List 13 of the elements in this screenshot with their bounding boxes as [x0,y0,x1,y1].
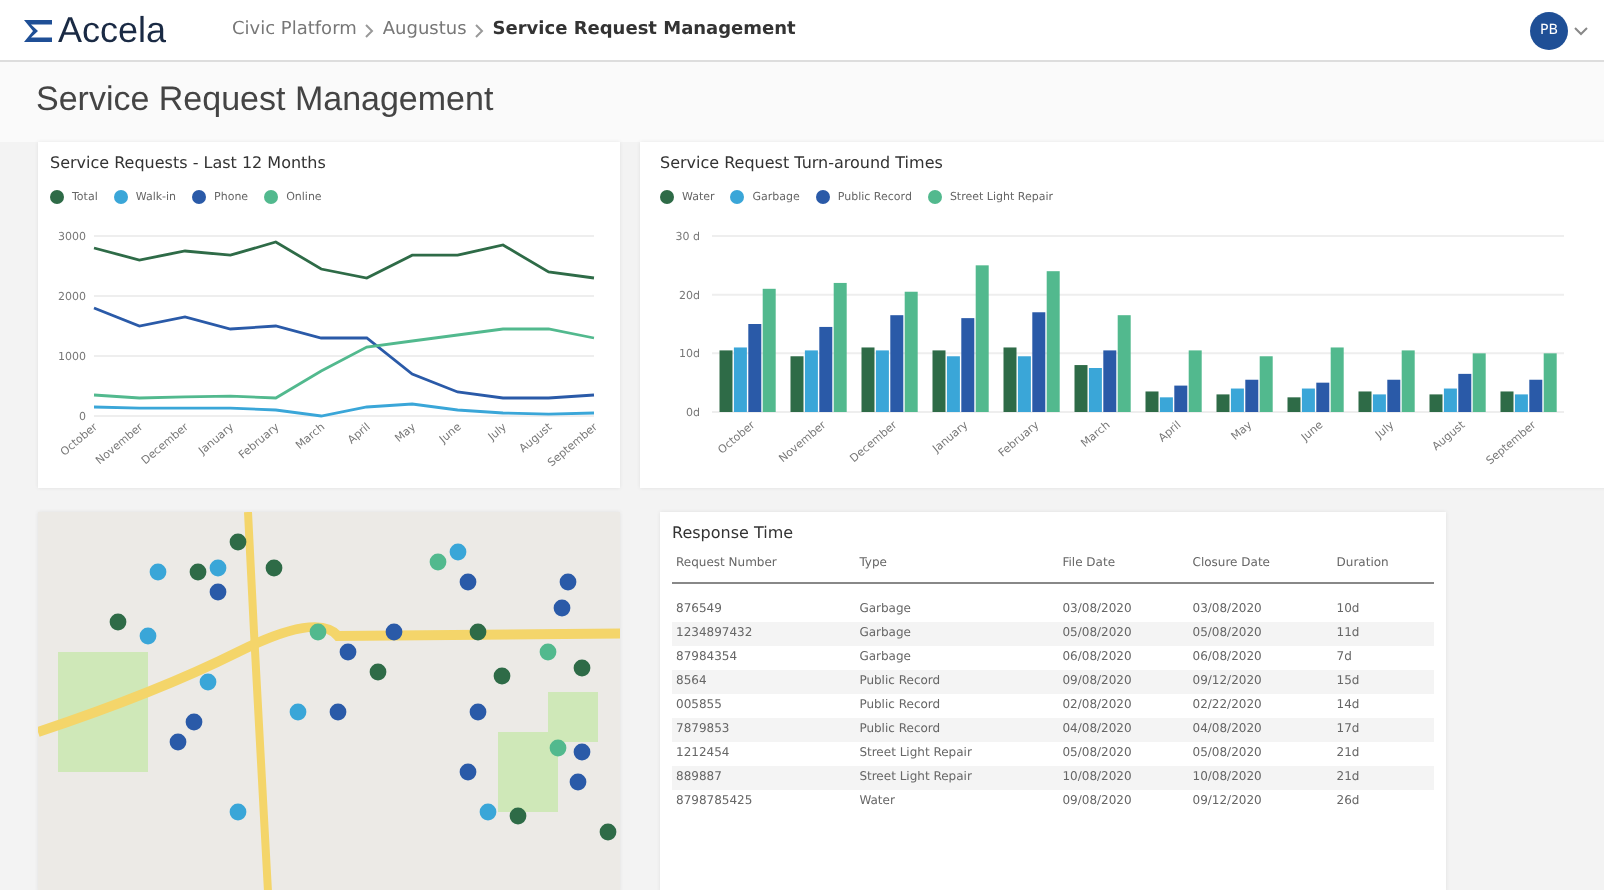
chevron-right-icon [474,23,485,37]
map-drawing[interactable] [38,512,620,890]
breadcrumb-link[interactable]: Civic Platform [232,20,357,40]
breadcrumb-current: Service Request Management [492,20,796,40]
chart-title: Service Request Turn-around Times [660,154,945,172]
chart-title: Service Requests - Last 12 Months [50,154,328,172]
logo-text: Accela [58,9,167,51]
breadcrumb-link[interactable]: Augustus [382,20,467,40]
chevron-right-icon [364,23,375,37]
page-title: Service Request Management [0,62,1604,142]
table-title: Response Time [672,524,796,542]
logo-icon [24,17,52,43]
chevron-down-icon[interactable] [1574,25,1588,35]
